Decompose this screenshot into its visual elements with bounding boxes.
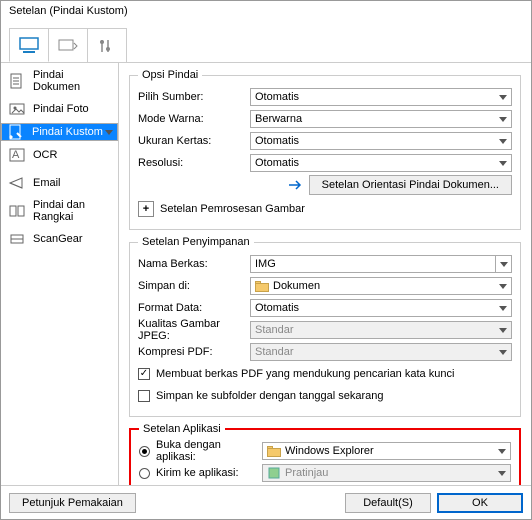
- sidebar-item-label: ScanGear: [33, 233, 83, 245]
- subfolder-label: Simpan ke subfolder dengan tanggal sekar…: [156, 390, 384, 402]
- orientation-settings-button[interactable]: Setelan Orientasi Pindai Dokumen...: [309, 175, 512, 195]
- custom-icon: [6, 122, 26, 142]
- save-settings-group: Setelan Penyimpanan Nama Berkas:IMG Simp…: [129, 236, 521, 417]
- sidebar-item-label: Pindai Dokumen: [33, 69, 112, 93]
- computer-icon: [18, 36, 40, 54]
- stitch-icon: [7, 201, 27, 221]
- app-settings-group: Setelan Aplikasi Buka dengan aplikasi:Wi…: [129, 423, 521, 485]
- top-tabs: [1, 25, 531, 63]
- format-label: Format Data:: [138, 302, 250, 314]
- format-select[interactable]: Otomatis: [250, 299, 512, 317]
- scangear-icon: [7, 229, 27, 249]
- sidebar-item-stitch[interactable]: Pindai dan Rangkai: [1, 197, 118, 225]
- panel-icon: [57, 37, 79, 55]
- sidebar-item-label: Email: [33, 177, 61, 189]
- ocr-icon: A: [7, 145, 27, 165]
- savein-select[interactable]: Dokumen: [250, 277, 512, 295]
- subfolder-checkbox[interactable]: [138, 390, 150, 402]
- preview-icon: [267, 466, 281, 480]
- color-select[interactable]: Berwarna: [250, 110, 512, 128]
- pdf-searchable-checkbox[interactable]: [138, 368, 150, 380]
- tab-tools[interactable]: [87, 28, 127, 62]
- sidebar-item-label: Pindai Kustom: [32, 126, 103, 138]
- sidebar-item-ocr[interactable]: A OCR: [1, 141, 118, 169]
- rotate-arrow-icon[interactable]: [287, 175, 305, 195]
- photo-icon: [7, 99, 27, 119]
- paper-label: Ukuran Kertas:: [138, 135, 250, 147]
- scan-options-legend: Opsi Pindai: [138, 69, 202, 81]
- open-with-label: Buka dengan aplikasi:: [156, 439, 262, 463]
- sidebar-item-scan-document[interactable]: Pindai Dokumen: [1, 67, 118, 95]
- sidebar-item-label: Pindai Foto: [33, 103, 89, 115]
- save-settings-legend: Setelan Penyimpanan: [138, 236, 254, 248]
- resolution-label: Resolusi:: [138, 157, 250, 169]
- ok-button[interactable]: OK: [437, 493, 523, 513]
- jpeg-label: Kualitas Gambar JPEG:: [138, 318, 250, 342]
- resolution-select[interactable]: Otomatis: [250, 154, 512, 172]
- explorer-icon: [267, 444, 281, 458]
- scan-options-group: Opsi Pindai Pilih Sumber:Otomatis Mode W…: [129, 69, 521, 230]
- filename-label: Nama Berkas:: [138, 258, 250, 270]
- tools-icon: [96, 37, 118, 55]
- tab-from-computer[interactable]: [9, 28, 49, 62]
- jpeg-select: Standar: [250, 321, 512, 339]
- send-app-label: Kirim ke aplikasi:: [156, 467, 262, 479]
- folder-icon: [255, 279, 269, 293]
- sidebar-item-label: OCR: [33, 149, 57, 161]
- pdf-select: Standar: [250, 343, 512, 361]
- document-icon: [7, 71, 27, 91]
- savein-label: Simpan di:: [138, 280, 250, 292]
- filename-input[interactable]: IMG: [250, 255, 496, 273]
- email-icon: [7, 173, 27, 193]
- window-title: Setelan (Pindai Kustom): [1, 1, 531, 25]
- sidebar-item-custom-scan[interactable]: Pindai Kustom: [1, 123, 118, 141]
- footer: Petunjuk Pemakaian Default(S) OK: [1, 485, 531, 519]
- app-settings-legend: Setelan Aplikasi: [139, 423, 225, 435]
- color-label: Mode Warna:: [138, 113, 250, 125]
- send-app-radio[interactable]: [139, 468, 150, 479]
- paper-select[interactable]: Otomatis: [250, 132, 512, 150]
- instructions-button[interactable]: Petunjuk Pemakaian: [9, 493, 136, 513]
- expand-icon[interactable]: +: [138, 201, 154, 217]
- source-label: Pilih Sumber:: [138, 91, 250, 103]
- source-select[interactable]: Otomatis: [250, 88, 512, 106]
- send-app-select: Pratinjau: [262, 464, 511, 482]
- sidebar: Pindai Dokumen Pindai Foto Pindai Kustom…: [1, 63, 119, 485]
- pdf-searchable-label: Membuat berkas PDF yang mendukung pencar…: [156, 368, 454, 380]
- open-with-radio[interactable]: [139, 446, 150, 457]
- defaults-button[interactable]: Default(S): [345, 493, 431, 513]
- image-processing-label: Setelan Pemrosesan Gambar: [160, 203, 305, 215]
- sidebar-item-scangear[interactable]: ScanGear: [1, 225, 118, 253]
- sidebar-item-label: Pindai dan Rangkai: [33, 199, 112, 223]
- svg-text:A: A: [12, 149, 20, 161]
- sidebar-item-scan-photo[interactable]: Pindai Foto: [1, 95, 118, 123]
- pdf-label: Kompresi PDF:: [138, 346, 250, 358]
- main-panel: Opsi Pindai Pilih Sumber:Otomatis Mode W…: [119, 63, 531, 485]
- filename-dropdown-button[interactable]: [496, 255, 512, 273]
- tab-from-panel[interactable]: [48, 28, 88, 62]
- open-with-select[interactable]: Windows Explorer: [262, 442, 511, 460]
- sidebar-item-email[interactable]: Email: [1, 169, 118, 197]
